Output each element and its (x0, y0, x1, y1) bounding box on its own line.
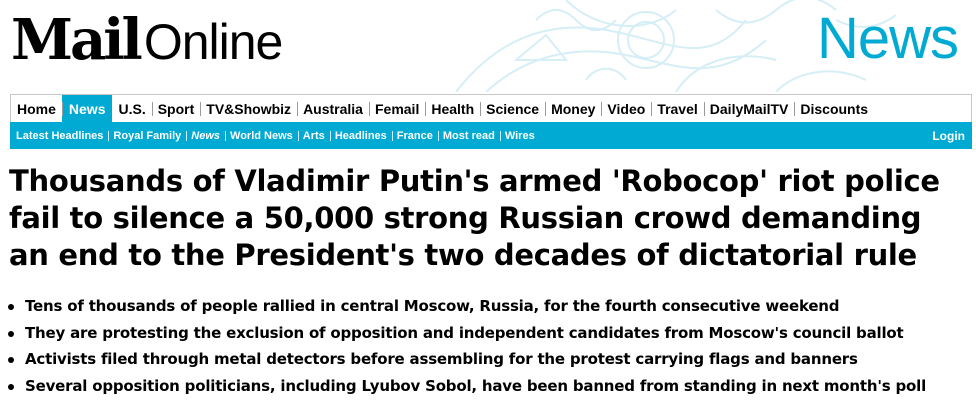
subnav-royal-family[interactable]: Royal Family (108, 130, 186, 142)
summary-bullet-text: Several opposition politicians, includin… (25, 376, 927, 395)
subnav-france[interactable]: France (391, 130, 438, 142)
nav-item-money[interactable]: Money (545, 95, 601, 122)
nav-item-video[interactable]: Video (601, 95, 651, 122)
summary-bullet-text: Activists filed through metal detectors … (25, 350, 858, 368)
summary-bullet: Activists filed through metal detectors … (6, 346, 972, 373)
nav-item-dailymailtv[interactable]: DailyMailTV (703, 95, 795, 122)
nav-item-science[interactable]: Science (480, 95, 545, 122)
bullet-dot-icon (8, 304, 14, 310)
subnav-world-news[interactable]: World News (225, 130, 298, 142)
summary-bullet: They are protesting the exclusion of opp… (6, 320, 972, 347)
nav-item-sport[interactable]: Sport (151, 95, 201, 122)
subnav-latest-headlines[interactable]: Latest Headlines (11, 130, 108, 142)
masthead: Mail Online News (0, 0, 976, 92)
summary-bullet-text: They are protesting the exclusion of opp… (25, 323, 904, 342)
subnav-most-read[interactable]: Most read (437, 130, 500, 142)
nav-item-australia[interactable]: Australia (297, 95, 369, 122)
summary-bullet-text: Tens of thousands of people rallied in c… (25, 297, 840, 315)
nav-item-travel[interactable]: Travel (651, 95, 703, 122)
logo-online-wordmark: Online (143, 14, 284, 70)
secondary-nav: Latest Headlines Royal Family News World… (10, 122, 972, 149)
primary-nav: Home News U.S. Sport TV&Showbiz Australi… (10, 94, 972, 122)
subnav-news[interactable]: News (186, 130, 225, 142)
subnav-arts[interactable]: Arts (297, 130, 330, 142)
nav-item-us[interactable]: U.S. (112, 95, 151, 122)
site-logo[interactable]: Mail Online (11, 4, 284, 78)
summary-bullet: Several opposition politicians, includin… (6, 373, 972, 400)
subnav-headlines[interactable]: Headlines (329, 130, 392, 142)
nav-item-news[interactable]: News (61, 95, 113, 122)
nav-item-home[interactable]: Home (11, 95, 62, 122)
section-title: News (816, 6, 959, 71)
nav-item-femail[interactable]: Femail (368, 95, 425, 122)
article-summary-bullets: Tens of thousands of people rallied in c… (6, 293, 972, 399)
logo-mail-wordmark: Mail (11, 7, 143, 73)
nav-item-tv-showbiz[interactable]: TV&Showbiz (200, 95, 297, 122)
article-headline: Thousands of Vladimir Putin's armed 'Rob… (9, 164, 940, 272)
bullet-dot-icon (8, 330, 14, 337)
subnav-wires[interactable]: Wires (499, 130, 540, 142)
bullet-dot-icon (8, 357, 14, 363)
summary-bullet: Tens of thousands of people rallied in c… (6, 293, 972, 320)
bullet-dot-icon (8, 383, 14, 390)
nav-item-discounts[interactable]: Discounts (794, 95, 874, 122)
login-link[interactable]: Login (932, 129, 965, 143)
nav-item-health[interactable]: Health (425, 95, 480, 122)
